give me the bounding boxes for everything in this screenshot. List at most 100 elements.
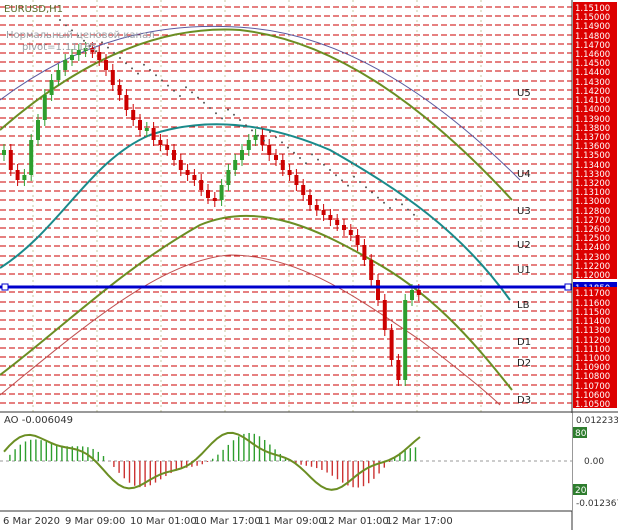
- candle-body: [369, 260, 374, 280]
- level-80-label: 80: [575, 429, 587, 439]
- ao-bar: [326, 461, 328, 473]
- candle-body: [172, 150, 176, 160]
- candle-body: [165, 145, 170, 150]
- candle-body: [396, 360, 401, 380]
- candle-body: [178, 160, 183, 170]
- candle-body: [144, 128, 149, 131]
- candle-body: [8, 150, 13, 170]
- time-label: 6 Mar 2020: [3, 516, 60, 527]
- candle-body: [131, 110, 136, 120]
- sar-dot: [395, 198, 397, 201]
- candle-body: [403, 300, 408, 380]
- ao-bar: [30, 439, 32, 461]
- candle-body: [389, 330, 394, 360]
- level-label: LB: [517, 300, 530, 311]
- sar-dot: [251, 129, 253, 132]
- ao-bar: [253, 433, 255, 461]
- ao-bar: [160, 461, 162, 480]
- pivot-handle-right[interactable]: [564, 283, 572, 291]
- level-label: U5: [517, 88, 531, 99]
- candle-body: [348, 230, 353, 235]
- ao-bar: [128, 461, 131, 483]
- ao-bar: [56, 444, 58, 461]
- level-20-label: 20: [575, 486, 587, 496]
- candle-body: [22, 175, 27, 180]
- chart-window[interactable]: U5 U4 U3 U2 U1 LB D1 D2 D3 EURUSD,H1 Нормальный …: [0, 0, 618, 530]
- ao-bar: [35, 439, 37, 461]
- candle-body: [294, 175, 299, 185]
- candle-body: [49, 80, 54, 95]
- sar-dot: [257, 134, 259, 137]
- sar-dot: [311, 153, 313, 156]
- ao-bar: [50, 443, 53, 461]
- candle-body: [117, 85, 122, 95]
- sar-dot: [215, 112, 217, 115]
- candle-body: [219, 185, 224, 200]
- osc-axis-top: 0.012233: [576, 416, 618, 426]
- ao-bar: [123, 461, 125, 479]
- sar-dot: [179, 95, 181, 97]
- sar-dot: [413, 213, 415, 216]
- sar-dot: [173, 89, 175, 92]
- sar-dot: [203, 101, 205, 104]
- ao-bar: [14, 449, 16, 461]
- sar-dot: [263, 139, 265, 142]
- time-label: 10 Mar 01:00: [130, 516, 197, 527]
- ao-bar: [362, 461, 365, 487]
- sar-dot: [335, 174, 337, 177]
- sar-dot: [341, 179, 343, 182]
- symbol-title: EURUSD,H1: [4, 4, 63, 15]
- sar-dot: [371, 191, 373, 194]
- ao-bar: [139, 461, 141, 488]
- time-label: 12 Mar 17:00: [386, 516, 453, 527]
- candle-body: [199, 180, 204, 190]
- sar-dot: [65, 24, 67, 27]
- sar-dot: [107, 46, 109, 49]
- candle-body: [110, 70, 115, 85]
- candle-body: [233, 160, 238, 170]
- sar-dot: [119, 57, 121, 59]
- ao-bar: [217, 454, 219, 461]
- note-line-2: pivot=1.11185: [22, 42, 97, 53]
- sar-dot: [365, 186, 367, 189]
- ao-bar: [97, 451, 99, 461]
- time-axis: 6 Mar 2020 9 Mar 09:00 10 Mar 01:00 10 M…: [3, 516, 453, 527]
- candle-body: [56, 70, 61, 80]
- candle-body: [342, 225, 346, 230]
- sar-dot: [299, 157, 301, 159]
- candle-body: [240, 150, 244, 160]
- sar-dot: [209, 107, 211, 109]
- sar-dot: [245, 124, 247, 127]
- sar-dot: [401, 203, 403, 206]
- candle-body: [63, 60, 68, 70]
- ao-bar: [316, 461, 318, 469]
- candle-body: [158, 140, 163, 145]
- pivot-handle-left[interactable]: [1, 283, 9, 291]
- oscillator-title: AO -0.006049: [4, 415, 73, 426]
- candle-body: [321, 210, 326, 215]
- sar-dot: [221, 117, 223, 120]
- osc-axis-bottom: -0.012367: [576, 499, 618, 509]
- sar-dot: [191, 91, 193, 94]
- level-label: D2: [517, 358, 531, 369]
- ao-bar: [40, 440, 42, 461]
- candle-body: [104, 60, 108, 70]
- level-label: U3: [517, 206, 531, 217]
- candle-body: [253, 135, 258, 140]
- ao-bar: [149, 461, 151, 486]
- sar-dot: [293, 151, 295, 154]
- level-label: D3: [517, 395, 531, 406]
- sar-dot: [167, 84, 169, 87]
- ao-bar: [212, 458, 214, 461]
- oscillator-panel[interactable]: [0, 413, 572, 511]
- level-label: U1: [517, 265, 531, 276]
- ao-bar: [368, 461, 370, 484]
- candle-body: [267, 145, 272, 155]
- sar-dot: [125, 62, 127, 65]
- sar-dot: [317, 158, 319, 161]
- ao-bar: [404, 449, 406, 461]
- ao-bar: [45, 441, 47, 461]
- candle-body: [308, 195, 312, 205]
- price-label: 1.12000: [575, 271, 610, 281]
- candle-body: [185, 170, 190, 175]
